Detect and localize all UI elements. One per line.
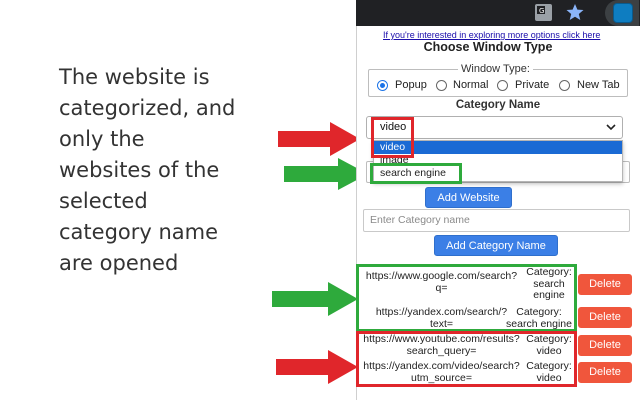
radio-normal[interactable] — [436, 80, 447, 91]
radio-popup[interactable] — [377, 80, 388, 91]
category-name-input[interactable]: Enter Category name — [363, 209, 630, 232]
caption-line: websites of the — [59, 158, 220, 182]
caption-line: are opened — [59, 251, 179, 275]
caption-line: only the — [59, 127, 145, 151]
highlight-search-engine-option — [370, 163, 462, 184]
highlight-video-entries — [356, 331, 577, 387]
highlight-search-engine-entries — [356, 264, 577, 332]
red-arrow-icon — [276, 350, 358, 384]
radio-normal-label: Normal — [453, 79, 489, 91]
radio-popup-label: Popup — [395, 79, 427, 91]
green-arrow-icon — [272, 282, 358, 316]
caption-line: selected — [59, 189, 148, 213]
radio-private-label: Private — [515, 79, 550, 91]
caption-line: categorized, and — [59, 96, 236, 120]
highlight-selected-category — [371, 117, 414, 158]
delete-button[interactable]: Delete — [578, 335, 632, 356]
radio-new-tab[interactable] — [559, 80, 570, 91]
red-arrow-icon — [278, 122, 360, 156]
caption-line: The website is — [59, 65, 210, 89]
delete-button[interactable]: Delete — [578, 307, 632, 328]
delete-button[interactable]: Delete — [578, 362, 632, 383]
add-category-button[interactable]: Add Category Name — [434, 235, 558, 256]
delete-button[interactable]: Delete — [578, 274, 632, 295]
bookmark-star-icon[interactable] — [565, 2, 585, 22]
browser-toolbar — [356, 0, 640, 26]
chevron-down-icon — [606, 124, 616, 131]
radio-private[interactable] — [497, 80, 508, 91]
window-type-legend: Window Type: — [458, 63, 533, 75]
caption-text: The website is categorized, and only the… — [59, 62, 264, 279]
radio-new-tab-label: New Tab — [577, 79, 620, 91]
more-options-link[interactable]: If you're interested in exploring more o… — [383, 30, 600, 40]
category-name-heading: Category Name — [455, 99, 541, 111]
svg-text:G: G — [539, 7, 544, 15]
add-website-button[interactable]: Add Website — [425, 187, 512, 208]
caption-line: category name — [59, 220, 219, 244]
extension-icon[interactable] — [613, 3, 633, 23]
translate-icon[interactable]: G — [535, 4, 552, 21]
page-title: Choose Window Type — [423, 40, 553, 54]
